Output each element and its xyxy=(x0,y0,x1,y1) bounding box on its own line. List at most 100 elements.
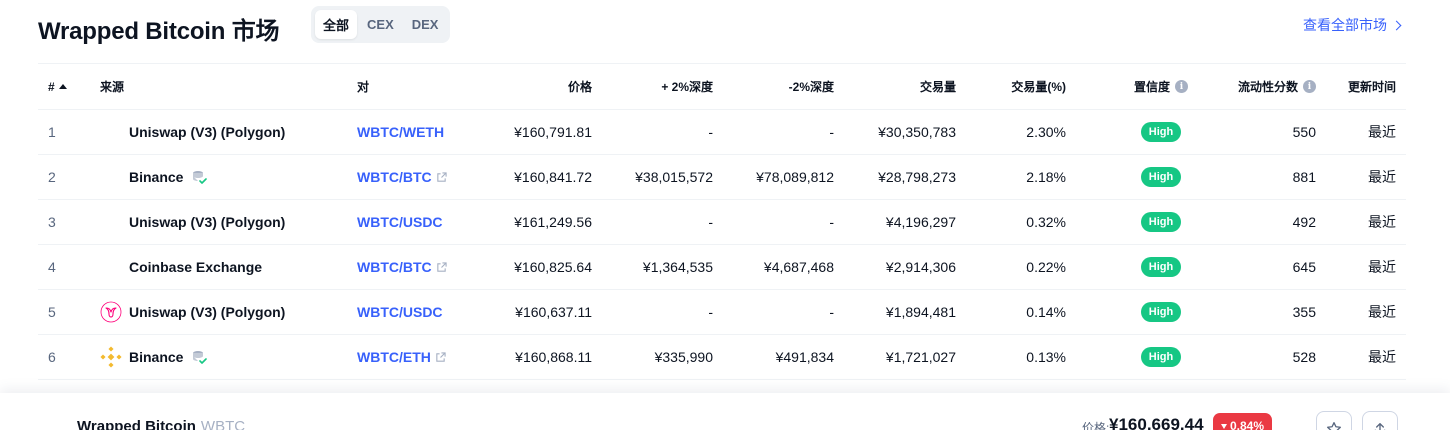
column-header-rank[interactable]: # xyxy=(48,64,88,109)
section-title: Wrapped Bitcoin 市场 xyxy=(38,18,280,45)
volume-pct-cell: 2.18% xyxy=(1026,169,1066,185)
volume-cell: ¥28,798,273 xyxy=(878,169,956,185)
view-all-label: 查看全部市场 xyxy=(1303,17,1387,33)
column-header-plus-depth: + 2%深度 xyxy=(661,80,713,94)
exchange-logo xyxy=(100,346,122,368)
volume-pct-cell: 0.14% xyxy=(1026,304,1066,320)
volume-pct-cell: 0.13% xyxy=(1026,349,1066,365)
exchange-logo xyxy=(100,301,122,323)
price-cell: ¥160,637.11 xyxy=(515,304,592,320)
coin-symbol: WBTC xyxy=(200,418,246,430)
confidence-cell: High xyxy=(1116,335,1206,379)
rank-cell: 4 xyxy=(48,259,56,275)
plus-depth-cell: ¥38,015,572 xyxy=(635,169,713,185)
minus-depth-cell: - xyxy=(829,304,834,320)
column-header-volume: 交易量 xyxy=(919,80,956,94)
minus-depth-cell: ¥491,834 xyxy=(775,349,834,365)
rank-cell: 6 xyxy=(48,349,56,365)
updated-cell: 最近 xyxy=(1368,259,1396,275)
source-cell[interactable]: Uniswap (V3) (Polygon) xyxy=(100,290,350,334)
column-label: # xyxy=(48,79,55,94)
filter-tab-cex[interactable]: CEX xyxy=(359,10,402,39)
confidence-cell: High xyxy=(1116,290,1206,334)
confidence-badge: High xyxy=(1140,167,1182,187)
share-icon xyxy=(1374,423,1386,430)
market-filter-tabs: 全部 CEX DEX xyxy=(311,6,451,43)
table-header-row: # 来源 对 价格 + 2%深度 -2%深度 交易量 交易量(%) 置信度 i … xyxy=(38,64,1406,110)
external-link-icon xyxy=(436,171,447,183)
liquidity-cell: 528 xyxy=(1292,349,1316,365)
liquidity-cell: 881 xyxy=(1292,169,1316,185)
price-cell: ¥160,868.11 xyxy=(515,349,592,365)
source-cell[interactable]: Binance xyxy=(100,155,350,199)
table-row[interactable]: 1 Uniswap (V3) (Polygon) WBTC/WETH ¥160,… xyxy=(38,110,1406,155)
verified-reserve-icon[interactable] xyxy=(191,349,208,365)
liquidity-cell: 645 xyxy=(1292,259,1316,275)
exchange-name: Coinbase Exchange xyxy=(129,259,263,275)
rank-cell: 1 xyxy=(48,124,56,140)
confidence-cell: High xyxy=(1116,155,1206,199)
coin-name: Wrapped Bitcoin WBTC xyxy=(77,418,245,430)
table-row[interactable]: 3 Uniswap (V3) (Polygon) WBTC/USDC ¥161,… xyxy=(38,200,1406,245)
liquidity-cell: 550 xyxy=(1292,124,1316,140)
external-link-icon xyxy=(436,261,447,273)
plus-depth-cell: - xyxy=(708,124,713,140)
exchange-name: Binance xyxy=(129,349,184,365)
sort-ascending-icon xyxy=(58,84,67,89)
source-cell[interactable]: Binance xyxy=(100,335,350,379)
table-body: 1 Uniswap (V3) (Polygon) WBTC/WETH ¥160,… xyxy=(38,110,1406,380)
exchange-name: Binance xyxy=(129,169,184,185)
confidence-badge: High xyxy=(1140,122,1182,142)
price-cell: ¥160,791.81 xyxy=(514,124,592,140)
filter-tab-dex[interactable]: DEX xyxy=(404,10,447,39)
source-cell[interactable]: Uniswap (V3) (Polygon) xyxy=(100,110,350,154)
liquidity-cell: 492 xyxy=(1292,214,1316,230)
updated-cell: 最近 xyxy=(1368,214,1396,230)
volume-pct-cell: 0.32% xyxy=(1026,214,1066,230)
confidence-badge: High xyxy=(1140,212,1182,232)
watchlist-star-button[interactable] xyxy=(1316,411,1352,430)
view-all-markets-link[interactable]: 查看全部市场 xyxy=(1303,15,1402,35)
filter-tab-all[interactable]: 全部 xyxy=(315,10,358,39)
volume-cell: ¥1,721,027 xyxy=(885,349,956,365)
price-cell: ¥160,841.72 xyxy=(514,169,592,185)
rank-cell: 3 xyxy=(48,214,56,230)
coin-name-text: Wrapped Bitcoin xyxy=(77,418,196,430)
source-cell[interactable]: Uniswap (V3) (Polygon) xyxy=(100,200,350,244)
confidence-cell: High xyxy=(1116,110,1206,154)
table-row[interactable]: 2 Binance WBTC/BTC ¥160,841.72 ¥38,015,5… xyxy=(38,155,1406,200)
table-row[interactable]: 5 Uniswap (V3) (Polygon) WBTC/USDC ¥160,… xyxy=(38,290,1406,335)
exchange-logo xyxy=(100,256,122,278)
markets-table: # 来源 对 价格 + 2%深度 -2%深度 交易量 交易量(%) 置信度 i … xyxy=(38,63,1406,380)
column-header-minus-depth: -2%深度 xyxy=(788,80,834,94)
verified-reserve-icon[interactable] xyxy=(191,169,208,185)
updated-cell: 最近 xyxy=(1368,349,1396,365)
info-icon[interactable]: i xyxy=(1175,80,1188,93)
liquidity-cell: 355 xyxy=(1292,304,1316,320)
confidence-badge: High xyxy=(1140,257,1182,277)
plus-depth-cell: ¥1,364,535 xyxy=(642,259,713,275)
column-label: 置信度 xyxy=(1133,80,1170,94)
table-row[interactable]: 4 Coinbase Exchange WBTC/BTC ¥160,825.64… xyxy=(38,245,1406,290)
star-icon xyxy=(1327,422,1341,430)
column-header-confidence: 置信度 i xyxy=(1116,64,1206,109)
price-cell: ¥161,249.56 xyxy=(514,214,592,230)
updated-cell: 最近 xyxy=(1368,124,1396,140)
pair-label: WBTC/USDC xyxy=(357,214,443,230)
updated-cell: 最近 xyxy=(1368,169,1396,185)
rank-cell: 2 xyxy=(48,169,56,185)
share-button[interactable] xyxy=(1362,411,1398,430)
table-row[interactable]: 6 Binance WBTC/ETH ¥160,868.11 ¥335,990 … xyxy=(38,335,1406,380)
updated-cell: 最近 xyxy=(1368,304,1396,320)
minus-depth-cell: ¥78,089,812 xyxy=(756,169,834,185)
volume-cell: ¥30,350,783 xyxy=(878,124,956,140)
volume-cell: ¥1,894,481 xyxy=(885,304,956,320)
caret-down-icon xyxy=(1221,423,1227,429)
chevron-right-icon xyxy=(1391,20,1402,31)
source-cell[interactable]: Coinbase Exchange xyxy=(100,245,350,289)
plus-depth-cell: - xyxy=(708,304,713,320)
price-change-badge: 0.84% xyxy=(1213,413,1273,430)
info-icon[interactable]: i xyxy=(1303,80,1316,93)
pair-label: WBTC/BTC xyxy=(357,259,432,275)
markets-header: Wrapped Bitcoin 市场 全部 CEX DEX 查看全部市场 xyxy=(38,6,1402,46)
